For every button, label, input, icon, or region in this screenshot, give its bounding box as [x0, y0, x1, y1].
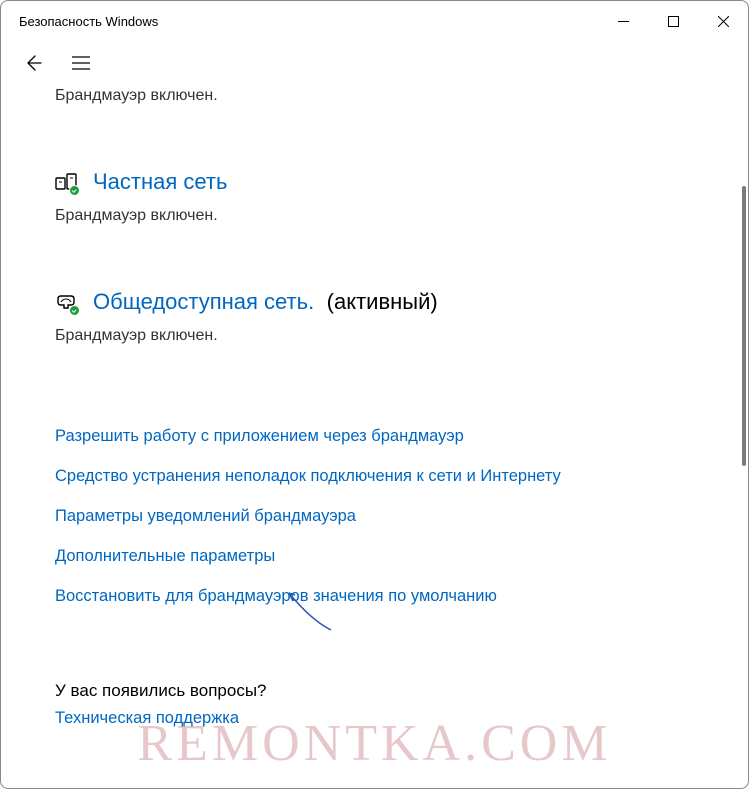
back-button[interactable]: [19, 49, 47, 77]
private-network-status: Брандмауэр включен.: [55, 207, 728, 225]
allow-app-link[interactable]: Разрешить работу с приложением через бра…: [55, 425, 575, 449]
minimize-button[interactable]: [598, 1, 648, 41]
advanced-settings-link[interactable]: Дополнительные параметры: [55, 545, 575, 569]
private-network-icon: [55, 171, 77, 193]
private-network-link[interactable]: Частная сеть: [93, 169, 227, 195]
troubleshoot-link[interactable]: Средство устранения неполадок подключени…: [55, 465, 575, 489]
questions-heading: У вас появились вопросы?: [55, 681, 728, 701]
scrollbar[interactable]: [742, 186, 746, 466]
notification-settings-link[interactable]: Параметры уведомлений брандмауэра: [55, 505, 575, 529]
maximize-button[interactable]: [648, 1, 698, 41]
public-network-active-label: (активный): [327, 289, 438, 314]
restore-defaults-link[interactable]: Восстановить для брандмауэров значения п…: [55, 585, 575, 609]
menu-button[interactable]: [67, 49, 95, 77]
window-controls: [598, 1, 748, 41]
close-button[interactable]: [698, 1, 748, 41]
public-network-icon: [55, 291, 77, 313]
firewall-status-top: Брандмауэр включен.: [55, 87, 728, 105]
window-title: Безопасность Windows: [19, 14, 158, 29]
tech-support-link[interactable]: Техническая поддержка: [55, 707, 575, 731]
public-network-link[interactable]: Общедоступная сеть.: [93, 289, 314, 314]
public-network-status: Брандмауэр включен.: [55, 327, 728, 345]
